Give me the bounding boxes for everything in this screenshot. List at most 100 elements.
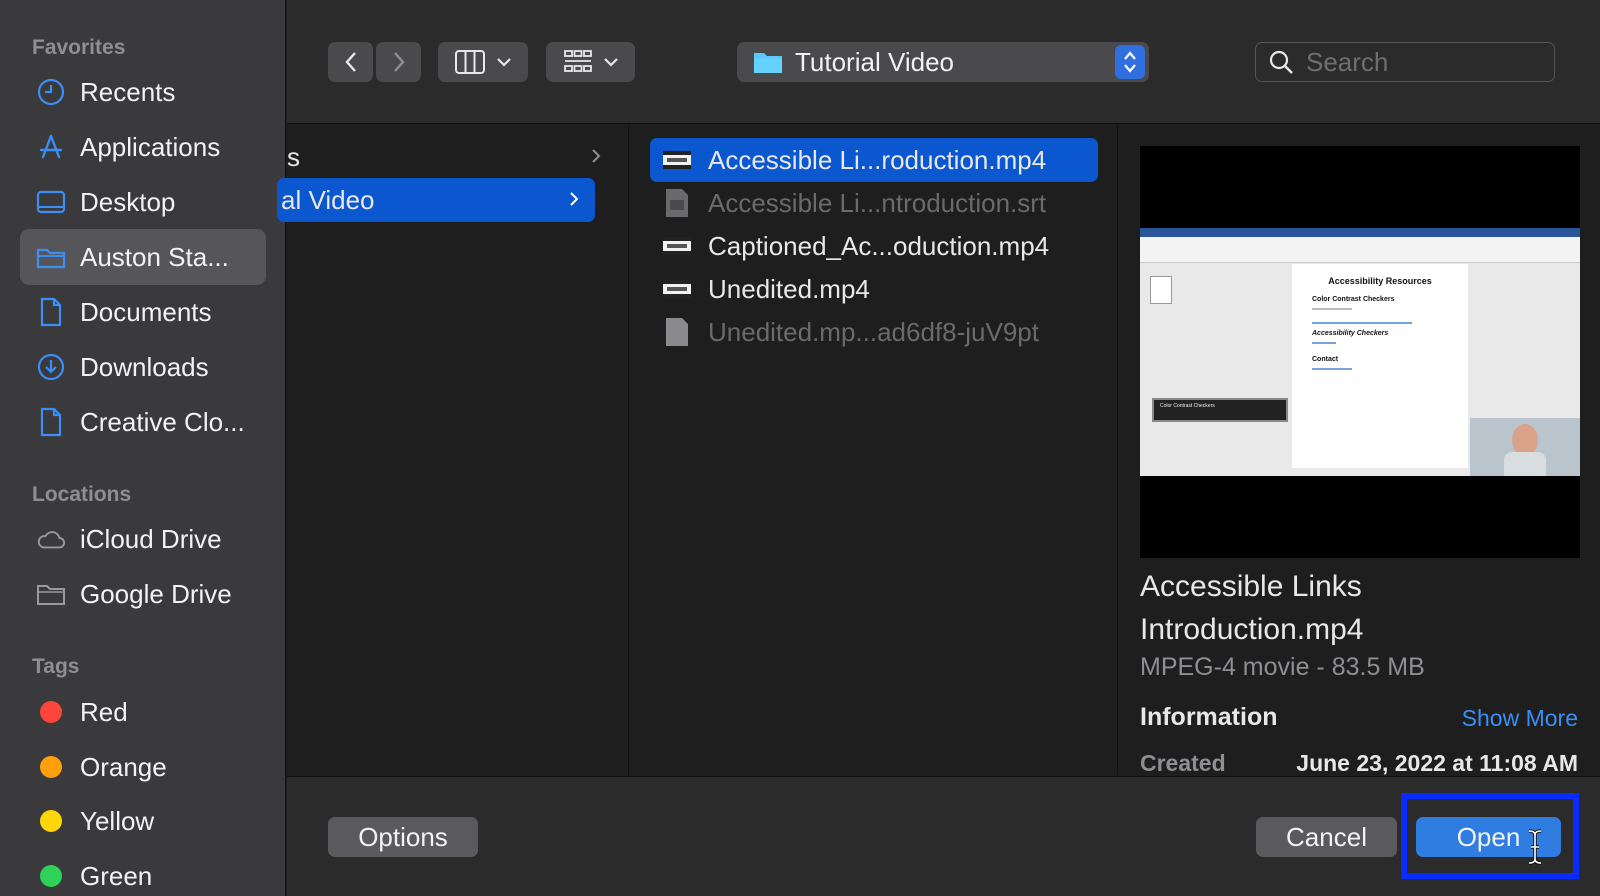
chevron-right-icon bbox=[592, 149, 601, 163]
preview-file-name: Accessible Links Introduction.mp4 bbox=[1140, 570, 1364, 646]
file-row[interactable]: Unedited.mp...ad6df8-juV9pt bbox=[650, 310, 1098, 354]
sidebar-item-tag-yellow[interactable]: Yellow bbox=[20, 793, 266, 849]
path-popup[interactable]: Tutorial Video bbox=[737, 42, 1149, 82]
sidebar-item-tag-green[interactable]: Green bbox=[20, 848, 266, 896]
sidebar-item-label: Downloads bbox=[80, 351, 209, 382]
locations-heading: Locations bbox=[32, 483, 132, 506]
file-row[interactable]: Unedited.mp4 bbox=[650, 267, 1098, 311]
folder-icon bbox=[36, 579, 66, 609]
thumbnail-screen-capture: Accessibility Resources Color Contrast C… bbox=[1140, 228, 1580, 476]
search-input[interactable] bbox=[1306, 46, 1536, 78]
thumbnail-document-page: Accessibility Resources Color Contrast C… bbox=[1292, 264, 1468, 468]
columns-view-icon bbox=[455, 50, 485, 74]
file-name: Unedited.mp...ad6df8-juV9pt bbox=[708, 316, 1039, 347]
created-value: June 23, 2022 at 11:08 AM bbox=[1296, 750, 1578, 775]
column-row-label: s bbox=[287, 141, 300, 172]
sidebar-item-label: Documents bbox=[80, 296, 212, 327]
favorites-heading: Favorites bbox=[32, 36, 126, 59]
file-name: Unedited.mp4 bbox=[708, 273, 870, 304]
file-row[interactable]: Captioned_Ac...oduction.mp4 bbox=[650, 224, 1098, 268]
column-row-label: al Video bbox=[281, 184, 375, 215]
sidebar-item-label: Auston Sta... bbox=[80, 241, 229, 272]
sidebar-item-label: Green bbox=[80, 860, 153, 891]
chevron-right-icon bbox=[570, 192, 579, 206]
sidebar-item-label: Recents bbox=[80, 76, 176, 107]
preview-file-kind: MPEG-4 movie - 83.5 MB bbox=[1140, 653, 1425, 681]
video-file-icon bbox=[662, 274, 692, 304]
thumbnail-doc-heading: Accessibility Checkers bbox=[1312, 330, 1389, 337]
group-by-button[interactable] bbox=[546, 42, 635, 82]
desktop-icon bbox=[36, 187, 66, 217]
sidebar-item-label: Creative Clo... bbox=[80, 406, 245, 437]
tag-color-dot bbox=[40, 756, 62, 778]
tag-color-dot bbox=[40, 701, 62, 723]
cancel-button[interactable]: Cancel bbox=[1256, 817, 1397, 857]
show-more-link[interactable]: Show More bbox=[1462, 705, 1578, 732]
sidebar-item-label: Applications bbox=[80, 131, 221, 162]
applications-icon bbox=[36, 132, 66, 162]
sidebar-item-tag-red[interactable]: Red bbox=[20, 684, 266, 740]
sidebar-item-desktop[interactable]: Desktop bbox=[20, 174, 266, 230]
tag-color-dot bbox=[40, 865, 62, 887]
sidebar-item-downloads[interactable]: Downloads bbox=[20, 339, 266, 395]
search-field[interactable] bbox=[1255, 42, 1555, 82]
back-button[interactable] bbox=[328, 42, 373, 82]
subtitle-file-icon bbox=[662, 188, 692, 218]
sidebar-item-label: Red bbox=[80, 696, 128, 727]
sidebar-item-documents[interactable]: Documents bbox=[20, 284, 266, 340]
clock-icon bbox=[36, 77, 66, 107]
browser-column-parent: s al Video bbox=[277, 125, 629, 775]
column-row[interactable]: s bbox=[287, 135, 617, 179]
thumbnail-caption-text: Color Contrast Checkers bbox=[1160, 403, 1215, 409]
cloud-icon bbox=[36, 524, 66, 554]
information-heading: Information bbox=[1140, 703, 1278, 731]
sidebar-item-label: Yellow bbox=[80, 805, 155, 836]
sidebar-item-label: Orange bbox=[80, 751, 167, 782]
thumbnail-doc-title: Accessibility Resources bbox=[1328, 276, 1432, 286]
column-row-selected[interactable]: al Video bbox=[277, 178, 595, 222]
grid-icon bbox=[563, 50, 592, 72]
forward-button[interactable] bbox=[376, 42, 421, 82]
chevron-left-icon bbox=[344, 52, 356, 72]
video-file-icon bbox=[662, 145, 692, 175]
file-row-selected[interactable]: Accessible Li...roduction.mp4 bbox=[650, 138, 1098, 182]
file-row[interactable]: Accessible Li...ntroduction.srt bbox=[650, 181, 1098, 225]
options-button[interactable]: Options bbox=[328, 817, 478, 857]
preview-pane: Accessibility Resources Color Contrast C… bbox=[1119, 125, 1600, 775]
sidebar-item-icloud-drive[interactable]: iCloud Drive bbox=[20, 511, 266, 567]
tag-color-dot bbox=[40, 810, 62, 832]
sidebar-item-recents[interactable]: Recents bbox=[20, 64, 266, 120]
sidebar-item-tag-orange[interactable]: Orange bbox=[20, 739, 266, 795]
browser-column-files: Accessible Li...roduction.mp4 Accessible… bbox=[630, 125, 1118, 775]
sidebar-item-creative-cloud[interactable]: Creative Clo... bbox=[20, 394, 266, 450]
document-icon bbox=[36, 297, 66, 327]
tags-heading: Tags bbox=[32, 655, 80, 678]
toolbar: Tutorial Video bbox=[287, 0, 1600, 124]
sidebar-item-applications[interactable]: Applications bbox=[20, 119, 266, 175]
chevron-right-icon bbox=[393, 52, 405, 72]
sidebar-item-label: iCloud Drive bbox=[80, 523, 222, 554]
folder-icon bbox=[754, 53, 782, 73]
sidebar: Favorites Recents Applications Desktop A… bbox=[0, 0, 286, 896]
thumbnail-webcam bbox=[1470, 418, 1580, 476]
video-file-icon bbox=[662, 231, 692, 261]
download-icon bbox=[36, 352, 66, 382]
thumbnail-doc-heading: Contact bbox=[1312, 356, 1339, 363]
thumbnail-caption-box: Color Contrast Checkers bbox=[1152, 398, 1288, 422]
chevron-down-icon bbox=[603, 58, 618, 67]
file-name: Accessible Li...ntroduction.srt bbox=[708, 187, 1047, 218]
bottom-bar: Options Cancel Open bbox=[287, 776, 1600, 896]
sidebar-item-home-folder[interactable]: Auston Sta... bbox=[20, 229, 266, 285]
video-thumbnail: Accessibility Resources Color Contrast C… bbox=[1140, 146, 1580, 558]
text-cursor-icon bbox=[1528, 829, 1542, 865]
folder-icon bbox=[36, 242, 66, 272]
path-popup-label: Tutorial Video bbox=[795, 46, 954, 77]
document-icon bbox=[36, 407, 66, 437]
thumbnail-doc-heading: Color Contrast Checkers bbox=[1312, 296, 1395, 303]
sidebar-item-google-drive[interactable]: Google Drive bbox=[20, 566, 266, 622]
generic-file-icon bbox=[662, 317, 692, 347]
file-name: Captioned_Ac...oduction.mp4 bbox=[708, 230, 1050, 261]
file-name: Accessible Li...roduction.mp4 bbox=[708, 144, 1047, 175]
created-label: Created bbox=[1140, 750, 1226, 775]
view-mode-button[interactable] bbox=[438, 42, 528, 82]
